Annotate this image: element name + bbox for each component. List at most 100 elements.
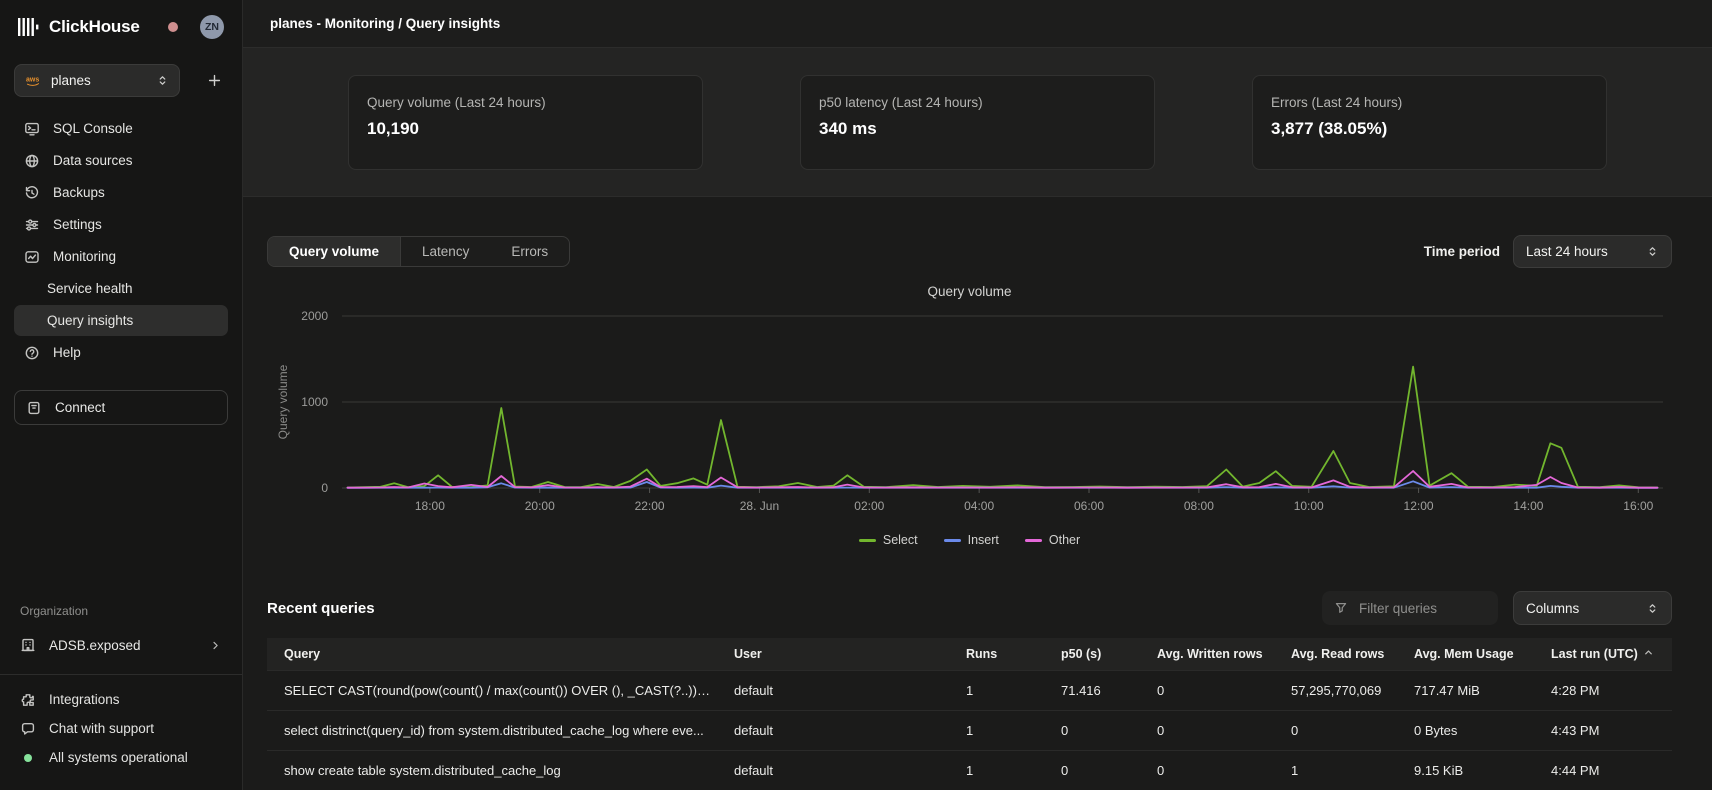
sidebar-item-settings[interactable]: Settings: [14, 209, 228, 240]
query-cell: 9.15 KiB: [1402, 751, 1539, 790]
service-name: planes: [51, 73, 147, 88]
filter-queries-input[interactable]: [1357, 600, 1475, 617]
chart-legend: Select Insert Other: [267, 533, 1672, 547]
column-header-label: Avg. Written rows: [1157, 647, 1263, 661]
sidebar-item-label: Data sources: [53, 153, 133, 168]
column-header-user[interactable]: User: [722, 638, 954, 671]
sidebar-item-label: Backups: [53, 185, 105, 200]
svg-text:aws: aws: [26, 77, 39, 84]
notification-dot[interactable]: [168, 22, 178, 32]
query-row[interactable]: select distrinct(query_id) from system.d…: [267, 711, 1672, 751]
column-header-p50-s-[interactable]: p50 (s): [1049, 638, 1145, 671]
column-header-avg-read-rows[interactable]: Avg. Read rows: [1279, 638, 1402, 671]
legend-item-insert[interactable]: Insert: [935, 533, 1008, 547]
column-header-avg-mem-usage[interactable]: Avg. Mem Usage: [1402, 638, 1539, 671]
legend-label: Other: [1049, 533, 1080, 547]
svg-text:0: 0: [321, 481, 328, 495]
query-cell: 0: [1049, 711, 1145, 751]
sidebar-item-data-sources[interactable]: Data sources: [14, 145, 228, 176]
sidebar-item-sql-console[interactable]: SQL Console: [14, 113, 228, 144]
svg-text:16:00: 16:00: [1623, 499, 1653, 513]
chat-icon: [20, 721, 36, 737]
stat-value: 340 ms: [819, 119, 1136, 139]
column-header-label: Avg. Mem Usage: [1414, 647, 1514, 661]
connect-button[interactable]: Connect: [14, 390, 228, 425]
column-header-query[interactable]: Query: [267, 638, 722, 671]
sidebar-item-query-insights[interactable]: Query insights: [14, 305, 228, 336]
query-cell: 0: [1145, 671, 1279, 711]
recent-queries-table: Query User Runsp50 (s) Avg. Written rows Avg…: [267, 638, 1672, 790]
building-icon: [20, 637, 36, 653]
svg-text:06:00: 06:00: [1074, 499, 1104, 513]
sidebar-item-monitoring[interactable]: Monitoring: [14, 241, 228, 272]
sidebar-footer-item-integrations[interactable]: Integrations: [14, 685, 228, 714]
filter-icon: [1334, 601, 1348, 615]
chevron-up-down-icon: [156, 74, 169, 87]
column-header-label: Query: [284, 647, 320, 661]
clickhouse-logo-icon[interactable]: [18, 18, 39, 36]
chevron-right-icon: [209, 639, 222, 652]
service-selector[interactable]: aws planes: [14, 64, 180, 97]
column-header-last-run-utc-[interactable]: Last run (UTC): [1539, 638, 1672, 671]
data-sources-icon: [24, 153, 40, 169]
time-period-value: Last 24 hours: [1526, 244, 1608, 259]
column-header-label: User: [734, 647, 762, 661]
add-service-button[interactable]: [200, 67, 228, 95]
sidebar-item-service-health[interactable]: Service health: [14, 273, 228, 304]
sidebar-footer-label: Integrations: [49, 692, 120, 707]
query-cell: 4:44 PM: [1539, 751, 1672, 790]
tab-latency[interactable]: Latency: [401, 237, 490, 266]
avatar[interactable]: ZN: [200, 15, 224, 39]
integrations-icon: [20, 692, 36, 708]
legend-swatch: [944, 539, 961, 542]
column-header-avg-written-rows[interactable]: Avg. Written rows: [1145, 638, 1279, 671]
legend-item-other[interactable]: Other: [1016, 533, 1089, 547]
sidebar-item-label: Monitoring: [53, 249, 116, 264]
columns-select[interactable]: Columns: [1513, 591, 1672, 625]
settings-icon: [24, 217, 40, 233]
sidebar-item-help[interactable]: Help: [14, 337, 228, 368]
query-cell: 0 Bytes: [1402, 711, 1539, 751]
query-cell: 4:43 PM: [1539, 711, 1672, 751]
recent-queries-title: Recent queries: [267, 600, 375, 617]
sidebar-item-backups[interactable]: Backups: [14, 177, 228, 208]
legend-swatch: [859, 539, 876, 542]
query-cell: 1: [954, 671, 1049, 711]
breadcrumb-text: planes - Monitoring / Query insights: [270, 16, 500, 31]
sidebar-footer-item-chat-with-support[interactable]: Chat with support: [14, 714, 228, 743]
organization-item[interactable]: ADSB.exposed: [14, 630, 228, 660]
sidebar-nav: SQL Console Data sources Backups Settings Mo…: [14, 113, 228, 368]
query-cell: select distrinct(query_id) from system.d…: [267, 711, 722, 751]
legend-label: Insert: [968, 533, 999, 547]
legend-item-select[interactable]: Select: [850, 533, 927, 547]
sidebar-item-label: Help: [53, 345, 81, 360]
query-row[interactable]: SELECT CAST(round(pow(count() / max(coun…: [267, 671, 1672, 711]
svg-text:22:00: 22:00: [635, 499, 665, 513]
svg-text:20:00: 20:00: [525, 499, 555, 513]
query-row[interactable]: show create table system.distributed_cac…: [267, 751, 1672, 790]
stats-band: Query volume (Last 24 hours)10,190p50 la…: [243, 48, 1712, 197]
sidebar: ClickHouse ZN aws planes SQL ConsoleData…: [0, 0, 243, 790]
column-header-runs[interactable]: Runs: [954, 638, 1049, 671]
help-icon: [24, 345, 40, 361]
query-volume-chart-card: Query volume 01000200018:0020:0022:0028.…: [267, 284, 1672, 547]
svg-text:Query volume: Query volume: [276, 364, 290, 439]
tab-errors[interactable]: Errors: [490, 237, 569, 266]
aws-icon: aws: [25, 74, 42, 87]
stat-card: p50 latency (Last 24 hours)340 ms: [800, 75, 1155, 170]
tab-query-volume[interactable]: Query volume: [268, 237, 401, 266]
query-cell: show create table system.distributed_cac…: [267, 751, 722, 790]
organization-section-label: Organization: [14, 604, 228, 618]
chevron-up-down-icon: [1646, 245, 1659, 258]
query-cell: 1: [954, 751, 1049, 790]
connect-label: Connect: [55, 400, 105, 415]
sidebar-divider: [0, 674, 242, 675]
svg-text:12:00: 12:00: [1404, 499, 1434, 513]
column-header-label: Last run (UTC): [1551, 647, 1638, 661]
time-period-select[interactable]: Last 24 hours: [1513, 235, 1672, 268]
query-cell: SELECT CAST(round(pow(count() / max(coun…: [267, 671, 722, 711]
query-cell: 71.416: [1049, 671, 1145, 711]
table-header-row: Query User Runsp50 (s) Avg. Written rows Avg…: [267, 638, 1672, 671]
sidebar-footer-item-all-systems-operational[interactable]: All systems operational: [14, 743, 228, 772]
status-dot-icon: [20, 754, 36, 762]
